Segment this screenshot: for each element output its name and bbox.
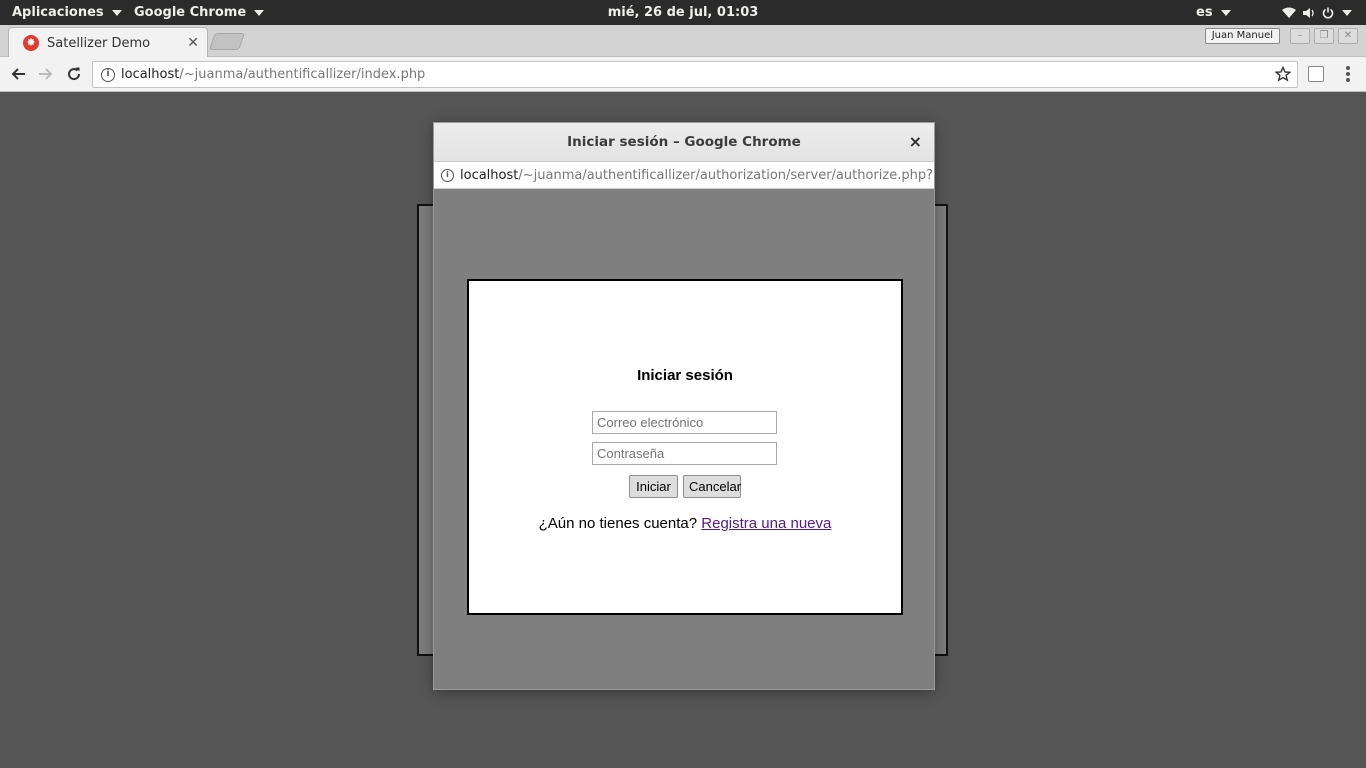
signup-prompt-line: ¿Aún no tienes cuenta? Registra una nuev… xyxy=(469,515,901,532)
reload-button[interactable] xyxy=(63,63,85,85)
gnome-top-bar: mié, 26 de jul, 01:03 Aplicaciones Googl… xyxy=(0,0,1366,25)
signup-link[interactable]: Registra una nueva xyxy=(701,515,831,532)
popup-title: Iniciar sesión – Google Chrome xyxy=(567,134,801,150)
language-label: es xyxy=(1196,5,1213,20)
power-icon xyxy=(1322,7,1334,19)
popup-address-bar: i localhost/~juanma/authentificallizer/a… xyxy=(434,162,934,189)
info-icon[interactable]: i xyxy=(441,168,454,182)
kebab-menu-icon[interactable] xyxy=(1342,65,1354,83)
language-menu[interactable]: es xyxy=(1196,0,1231,25)
popup-close-button[interactable]: × xyxy=(909,132,922,151)
tab-satellizer-demo[interactable]: ✸ Satellizer Demo ✕ xyxy=(8,27,208,57)
login-popup-window: Iniciar sesión – Google Chrome × i local… xyxy=(433,122,935,690)
chevron-down-icon xyxy=(1220,9,1231,16)
popup-address-host: localhost xyxy=(460,167,519,183)
reload-icon xyxy=(68,67,81,81)
chevron-down-icon xyxy=(254,9,265,16)
popup-titlebar[interactable]: Iniciar sesión – Google Chrome × xyxy=(434,123,934,162)
email-field[interactable] xyxy=(592,411,777,434)
profile-button[interactable]: Juan Manuel xyxy=(1204,28,1280,44)
tab-title: Satellizer Demo xyxy=(47,35,151,51)
submit-button[interactable]: Iniciar xyxy=(629,475,678,498)
address-host: localhost xyxy=(121,67,180,82)
browser-toolbar: i localhost/~juanma/authentificallizer/i… xyxy=(0,57,1366,92)
password-field[interactable] xyxy=(592,442,777,465)
app-menu[interactable]: Google Chrome xyxy=(134,0,265,25)
wifi-icon xyxy=(1282,7,1296,19)
login-form: Iniciar sesión Iniciar Cancelar ¿Aún no … xyxy=(467,279,903,615)
applications-menu[interactable]: Aplicaciones xyxy=(12,0,122,25)
system-menu[interactable] xyxy=(1282,0,1352,25)
applications-menu-label: Aplicaciones xyxy=(12,5,104,20)
clock-label: mié, 26 de jul, 01:03 xyxy=(607,5,759,20)
app-menu-label: Google Chrome xyxy=(134,5,247,20)
arrow-right-icon xyxy=(39,68,53,80)
forward-button[interactable] xyxy=(35,63,57,85)
back-button[interactable] xyxy=(7,63,29,85)
chevron-down-icon xyxy=(111,9,122,16)
bookmark-star-icon[interactable] xyxy=(1274,65,1292,86)
address-path: /~juanma/authentificallizer/index.php xyxy=(179,67,426,82)
chevron-down-icon xyxy=(1342,9,1352,16)
close-window-button[interactable]: ✕ xyxy=(1338,28,1358,44)
info-icon[interactable]: i xyxy=(101,67,115,82)
signup-prompt: ¿Aún no tienes cuenta? xyxy=(538,515,698,532)
extension-icon[interactable] xyxy=(1308,66,1324,82)
minimize-button[interactable]: – xyxy=(1290,28,1310,44)
close-icon[interactable]: ✕ xyxy=(187,35,199,51)
cancel-button[interactable]: Cancelar xyxy=(683,475,741,498)
popup-address-path: /~juanma/authentificallizer/authorizatio… xyxy=(518,167,934,183)
arrow-left-icon xyxy=(11,68,25,80)
favicon-icon: ✸ xyxy=(23,35,39,51)
maximize-button[interactable]: ❐ xyxy=(1314,28,1334,44)
address-bar[interactable]: i localhost/~juanma/authentificallizer/i… xyxy=(92,61,1298,88)
login-heading: Iniciar sesión xyxy=(637,367,733,384)
tab-strip: ✸ Satellizer Demo ✕ Juan Manuel – ❐ ✕ xyxy=(0,25,1366,57)
volume-icon xyxy=(1302,7,1316,19)
new-tab-button[interactable] xyxy=(208,33,246,50)
